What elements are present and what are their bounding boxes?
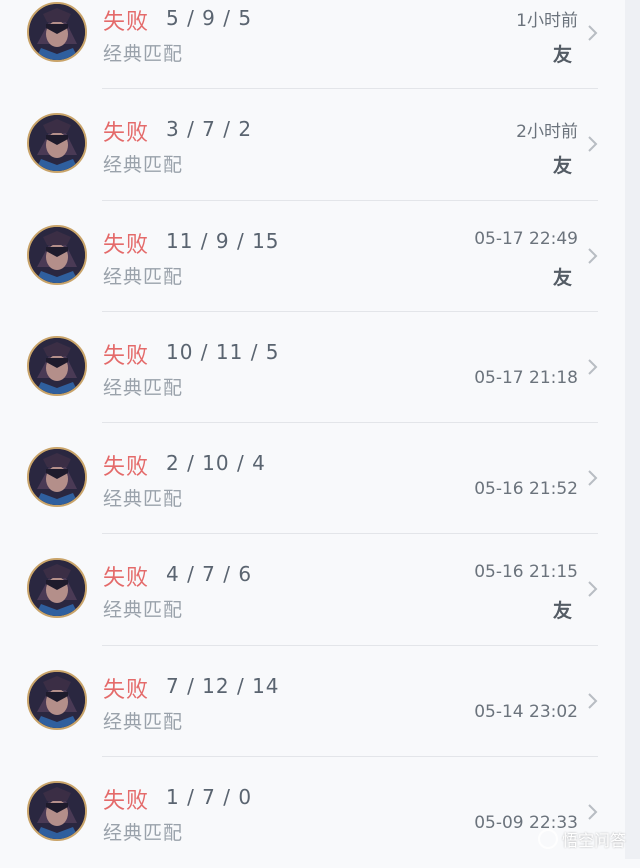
match-row[interactable]: 失败 3 / 7 / 2 经典匹配 2小时前 友 — [0, 89, 625, 201]
game-mode: 经典匹配 — [103, 488, 184, 511]
chevron-right-icon — [588, 581, 598, 598]
chevron-right-icon — [588, 359, 598, 375]
match-history-list: 失败 5 / 9 / 5 经典匹配 1小时前 友 失败 3 / 7 / 2 经典… — [0, 0, 625, 868]
chevron-right-icon — [588, 247, 598, 264]
game-mode: 经典匹配 — [103, 376, 184, 399]
kda-score: 1 / 7 / 0 — [166, 785, 253, 810]
kda-score: 7 / 12 / 14 — [166, 673, 280, 698]
match-row[interactable]: 失败 11 / 9 / 15 经典匹配 05-17 22:49 友 — [0, 201, 625, 312]
match-result: 失败 — [103, 455, 150, 481]
hero-avatar-icon — [27, 224, 87, 285]
game-mode: 经典匹配 — [103, 822, 184, 845]
game-mode: 经典匹配 — [103, 265, 184, 288]
chevron-right-icon — [588, 470, 598, 486]
chevron-right-icon — [588, 804, 598, 820]
chevron-right-icon — [588, 693, 598, 709]
match-time: 05-14 23:02 — [474, 701, 578, 722]
game-mode: 经典匹配 — [103, 154, 184, 177]
hero-avatar-icon — [27, 447, 87, 508]
match-row[interactable]: 失败 2 / 10 / 4 经典匹配 05-16 21:52 — [0, 423, 625, 535]
match-result: 失败 — [103, 677, 150, 703]
hero-avatar-icon — [27, 2, 87, 62]
match-row[interactable]: 失败 7 / 12 / 14 经典匹配 05-14 23:02 — [0, 646, 625, 758]
hero-avatar-icon — [27, 335, 87, 396]
watermark: 悟空问答 — [537, 827, 626, 851]
match-time: 1小时前 — [516, 11, 578, 31]
match-time: 05-17 22:49 — [474, 228, 578, 249]
match-result: 失败 — [103, 121, 150, 147]
kda-score: 3 / 7 / 2 — [166, 117, 253, 142]
match-row[interactable]: 失败 10 / 11 / 5 经典匹配 05-17 21:18 — [0, 312, 625, 424]
friend-badge: 友 — [552, 266, 572, 289]
hero-avatar-icon — [27, 669, 87, 730]
game-mode: 经典匹配 — [103, 43, 184, 65]
chevron-right-icon — [588, 25, 598, 41]
kda-score: 10 / 11 / 5 — [166, 339, 280, 364]
kda-score: 4 / 7 / 6 — [166, 562, 253, 587]
match-row[interactable]: 失败 4 / 7 / 6 经典匹配 05-16 21:15 友 — [0, 534, 625, 646]
scroll-edge — [625, 0, 640, 859]
watermark-text: 悟空问答 — [561, 831, 626, 850]
hero-avatar-icon — [27, 558, 87, 619]
match-result: 失败 — [103, 789, 150, 815]
match-row[interactable]: 失败 5 / 9 / 5 经典匹配 1小时前 友 — [0, 0, 625, 90]
friend-badge: 友 — [552, 600, 572, 623]
chevron-right-icon — [588, 136, 598, 153]
kda-score: 5 / 9 / 5 — [166, 6, 253, 30]
game-mode: 经典匹配 — [103, 599, 184, 622]
friend-badge: 友 — [552, 155, 572, 178]
hero-avatar-icon — [27, 781, 87, 842]
hero-avatar-icon — [27, 113, 87, 174]
kda-score: 11 / 9 / 15 — [166, 228, 280, 253]
match-result: 失败 — [103, 343, 150, 369]
match-result: 失败 — [103, 10, 150, 35]
match-time: 2小时前 — [516, 122, 578, 143]
match-result: 失败 — [103, 232, 150, 258]
match-result: 失败 — [103, 566, 150, 592]
match-row[interactable]: 失败 1 / 7 / 0 经典匹配 05-09 22:33 — [0, 757, 625, 868]
wukong-logo-icon — [537, 829, 558, 849]
match-time: 05-16 21:52 — [474, 479, 578, 500]
kda-score: 2 / 10 / 4 — [166, 451, 266, 476]
match-time: 05-16 21:15 — [474, 562, 578, 583]
match-time: 05-17 21:18 — [474, 367, 578, 388]
game-mode: 经典匹配 — [103, 710, 184, 733]
friend-badge: 友 — [552, 44, 572, 66]
